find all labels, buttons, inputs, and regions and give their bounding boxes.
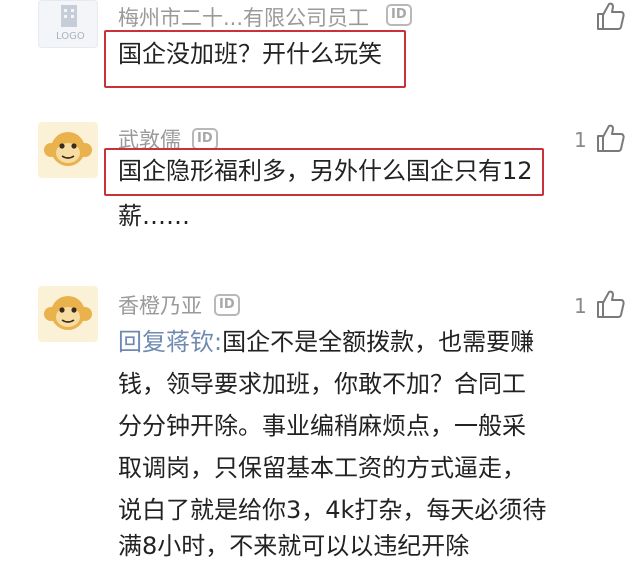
company-logo-avatar[interactable]: LOGO [38,0,98,48]
comment-author[interactable]: 香橙乃亚 [118,290,202,320]
thumbs-up-icon[interactable] [594,288,626,320]
comment-text-line: 国企隐形福利多，另外什么国企只有12 [118,157,533,185]
reply-line: 回复蒋钦:国企不是全额拨款，也需要赚 [118,322,534,357]
avatar[interactable] [38,122,98,178]
comment-author[interactable]: 梅州市二十...有限公司员工 [118,2,369,32]
thumbs-up-icon[interactable] [594,122,626,154]
like-count: 1 [574,128,587,152]
reply-line: 满8小时，不来就可以以违纪开除 [118,532,470,560]
like-count: 1 [574,294,587,318]
monkey-avatar-icon [44,296,92,330]
monkey-avatar-icon [44,132,92,166]
comment-text: 国企没加班？开什么玩笑 [118,40,382,68]
reply-line: 取调岗，只保留基本工资的方式逼走， [118,454,526,482]
avatar[interactable] [38,286,98,342]
thumbs-up-icon[interactable] [594,0,626,32]
reply-line: 钱，领导要求加班，你敢不加？合同工 [118,370,526,398]
reply-text: 国企不是全额拨款，也需要赚 [222,328,535,356]
reply-prefix[interactable]: 回复蒋钦: [118,328,222,356]
reply-line: 说白了就是给你3，4k打杂，每天必须待 [118,496,547,524]
reply-line: 分分钟开除。事业编稍麻烦点，一般采 [118,412,526,440]
id-badge: ID [214,294,240,316]
id-badge: ID [386,4,412,26]
logo-label: LOGO [56,31,85,42]
comment-text-line: 薪…… [118,202,190,230]
id-badge: ID [192,128,218,150]
